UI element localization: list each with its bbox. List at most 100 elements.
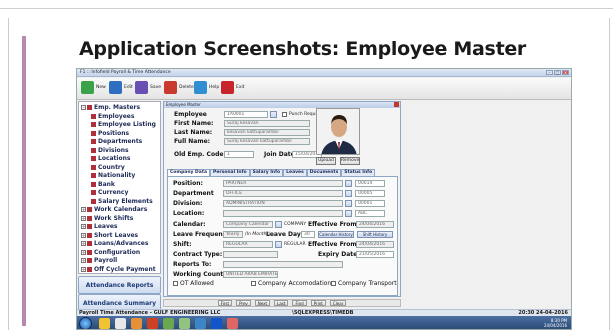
tree-item[interactable]: Divisions xyxy=(91,147,129,154)
remove-button[interactable]: Remove xyxy=(340,157,360,165)
upload-button[interactable]: Upload xyxy=(316,157,336,165)
calendar-field[interactable]: Company Calendar xyxy=(223,221,273,228)
tab-personal-info[interactable]: Personal Info xyxy=(210,169,250,176)
first-record-button[interactable]: First xyxy=(217,300,233,306)
contract-type-field[interactable] xyxy=(223,251,278,258)
explorer-icon[interactable] xyxy=(99,318,110,329)
tree-item[interactable]: Currency xyxy=(91,189,128,196)
division-field[interactable]: ADMINISTRATION xyxy=(223,200,343,207)
find-button[interactable]: Find xyxy=(292,300,307,306)
tree-item[interactable]: + Loans/Advances xyxy=(81,240,148,247)
division-lookup-icon[interactable] xyxy=(345,200,352,207)
media-icon[interactable] xyxy=(115,318,126,329)
collapse-icon[interactable]: − xyxy=(81,105,86,110)
tree-item[interactable]: Employee Listing xyxy=(91,121,156,128)
network-app-icon[interactable] xyxy=(179,318,190,329)
last-record-button[interactable]: Last xyxy=(274,300,289,306)
tree-item[interactable]: + Off Cycle Payment xyxy=(81,266,156,273)
word-icon[interactable] xyxy=(211,318,222,329)
calendar-history-button[interactable]: Calendar History xyxy=(318,231,354,238)
expand-icon[interactable]: + xyxy=(81,207,86,212)
tree-item[interactable]: + Payroll xyxy=(81,257,117,264)
company-transport-checkbox[interactable] xyxy=(331,281,336,286)
old-emp-code-field[interactable]: 1 xyxy=(224,151,254,158)
effective-from-field[interactable]: 24/04/2016 xyxy=(356,221,394,228)
tree-item[interactable]: Salary Elements xyxy=(91,198,153,205)
expand-icon[interactable]: + xyxy=(81,224,86,229)
tree-item[interactable]: + Leaves xyxy=(81,223,118,230)
tree-item[interactable]: Country xyxy=(91,164,125,171)
position-code-field[interactable]: 00014 xyxy=(355,180,385,187)
ot-allowed-checkbox[interactable] xyxy=(173,281,178,286)
position-lookup-icon[interactable] xyxy=(345,180,352,187)
form-close-icon[interactable] xyxy=(394,102,399,107)
tab-leaves[interactable]: Leaves xyxy=(283,169,307,176)
expand-icon[interactable]: + xyxy=(81,215,86,221)
company-accomodation-checkbox[interactable] xyxy=(251,281,256,286)
app-icon[interactable] xyxy=(163,318,174,329)
tree-item[interactable]: Employees xyxy=(91,113,134,120)
location-field[interactable] xyxy=(223,210,343,217)
new-button[interactable]: New xyxy=(81,81,106,94)
tree-item[interactable]: Positions xyxy=(91,130,129,137)
tab-status-info[interactable]: Status Info xyxy=(341,169,376,176)
location-lookup-icon[interactable] xyxy=(345,210,352,217)
shift-field[interactable]: REGULAR xyxy=(223,241,273,248)
minimize-button[interactable]: – xyxy=(546,70,553,75)
close-button[interactable]: ✕ xyxy=(562,70,569,75)
shift-lookup-icon[interactable] xyxy=(275,241,282,248)
tree-item[interactable]: + Configuration xyxy=(81,249,140,256)
department-field[interactable]: OFFICE xyxy=(223,190,343,197)
tab-company-data[interactable]: Company Data xyxy=(167,169,211,176)
leave-days-field[interactable]: 30 xyxy=(301,231,315,238)
exit-button[interactable]: Exit xyxy=(221,81,245,94)
expiry-date-field[interactable]: 21/05/2016 xyxy=(356,251,394,258)
department-code-field[interactable]: 00005 xyxy=(355,190,385,197)
tree-item[interactable]: + Work Shifts xyxy=(81,215,133,222)
tree-item[interactable]: + Work Calendars xyxy=(81,206,147,213)
shift-effective-from-field[interactable]: 24/04/2016 xyxy=(356,241,394,248)
edit-button[interactable]: Edit xyxy=(109,81,133,94)
shift-history-button[interactable]: Shift History xyxy=(357,231,393,238)
folder-icon[interactable] xyxy=(131,318,142,329)
position-field[interactable]: PARTNER xyxy=(223,180,343,187)
reports-to-field[interactable] xyxy=(223,261,343,268)
employee-field[interactable]: 1A0001 xyxy=(224,111,268,118)
location-code-field[interactable]: ABC xyxy=(355,210,385,217)
maximize-button[interactable]: □ xyxy=(554,70,561,75)
clear-button[interactable]: Clear xyxy=(329,300,347,306)
tree-item[interactable]: Bank xyxy=(91,181,115,188)
first-name-field[interactable]: Suraj kesavan xyxy=(224,120,310,127)
expand-icon[interactable]: + xyxy=(81,249,86,255)
last-name-field[interactable]: kesavan kattuparambil xyxy=(224,129,310,136)
tree-item[interactable]: + Short Leaves xyxy=(81,232,138,239)
prev-record-button[interactable]: Prev xyxy=(236,300,251,306)
tab-documents[interactable]: Documents xyxy=(306,169,342,176)
working-country-field[interactable]: UNITED ARAB EMIRATES xyxy=(223,271,278,278)
tab-salary-info[interactable]: Salary Info xyxy=(249,169,284,176)
payroll-app-icon[interactable] xyxy=(227,318,238,329)
next-record-button[interactable]: Next xyxy=(254,300,271,306)
start-button[interactable] xyxy=(79,317,92,329)
print-button[interactable]: Print xyxy=(310,300,326,306)
division-code-field[interactable]: 00001 xyxy=(355,200,385,207)
tree-item[interactable]: Departments xyxy=(91,138,142,145)
save-button[interactable]: Save xyxy=(135,81,161,94)
delete-button[interactable]: Delete xyxy=(164,81,194,94)
tree-item[interactable]: − Emp. Masters xyxy=(81,104,140,111)
expand-icon[interactable]: + xyxy=(81,258,86,263)
settings-app-icon[interactable] xyxy=(195,318,206,329)
expand-icon[interactable]: + xyxy=(81,232,86,238)
calendar-lookup-icon[interactable] xyxy=(275,221,282,228)
full-name-field[interactable]: Suraj kesavan kattuparambil xyxy=(224,138,310,145)
tree-item[interactable]: Nationality xyxy=(91,172,135,179)
punch-required-checkbox[interactable] xyxy=(282,112,287,117)
expand-icon[interactable]: + xyxy=(81,241,86,246)
employee-lookup-icon[interactable] xyxy=(270,111,277,118)
tree-item[interactable]: Locations xyxy=(91,155,130,162)
leave-frequency-field[interactable]: Yearly xyxy=(223,231,243,238)
department-lookup-icon[interactable] xyxy=(345,190,352,197)
help-button[interactable]: Help xyxy=(194,81,219,94)
browser-icon[interactable] xyxy=(147,318,158,329)
attendance-reports-button[interactable]: Attendance Reports xyxy=(78,276,161,294)
